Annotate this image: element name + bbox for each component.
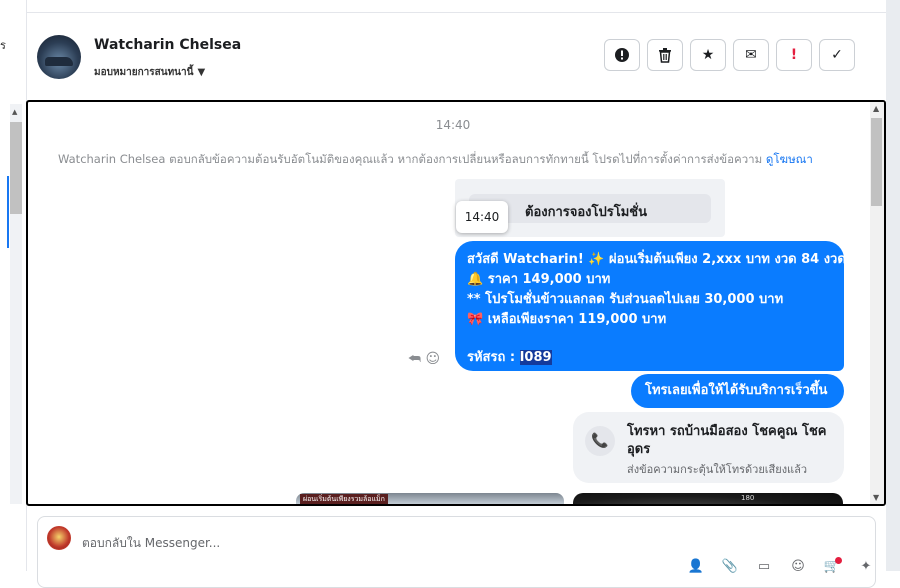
header-actions: ★ ✉ ! ✓ xyxy=(604,39,855,71)
message-code-line: รหัสรถ : I089 xyxy=(467,348,834,368)
image-attachment[interactable]: ผ่อนเริ่มต้นเพียงรวมล้อแม็ก xyxy=(296,493,564,504)
message-timestamp: 14:40 xyxy=(435,118,471,132)
assign-conversation-dropdown[interactable]: มอบหมายการสนทนานี้ ▼ xyxy=(94,65,205,80)
message-line: สวัสดี Watcharin! ✨ ผ่อนเริ่มต้นเพียง 2,… xyxy=(467,252,846,267)
selected-indicator xyxy=(7,176,9,248)
star-button[interactable]: ★ xyxy=(690,39,726,71)
composer-toolbar: 👤 📎 ▭ ☺ 🛒 ✦ xyxy=(684,557,878,574)
message-hover-actions: ⮪ ☺ xyxy=(408,351,440,367)
call-card[interactable]: 📞 โทรหา รถบ้านมือสอง โชคคูณ โชคอุดร ส่งข… xyxy=(573,412,844,483)
alert-circle-icon xyxy=(615,48,629,62)
emoji-react-icon[interactable]: ☺ xyxy=(425,351,440,367)
emoji-icon[interactable]: ☺ xyxy=(786,559,810,574)
message-line: 🔔 ราคา 149,000 บาท xyxy=(467,272,611,287)
call-card-title: โทรหา รถบ้านมือสอง โชคคูณ โชคอุดร xyxy=(627,424,827,457)
phone-icon: 📞 xyxy=(585,426,615,456)
follow-up-button[interactable]: ! xyxy=(776,39,812,71)
scroll-down-icon[interactable]: ▼ xyxy=(873,493,879,502)
trash-icon xyxy=(659,48,671,63)
image-attachment[interactable]: 180 xyxy=(573,493,843,504)
call-card-subtitle: ส่งข้อความกระตุ้นให้โทรด้วยเสียงแล้ว xyxy=(627,463,808,476)
left-scrollbar-thumb[interactable] xyxy=(10,122,22,214)
mark-done-button[interactable]: ✓ xyxy=(819,39,855,71)
reply-input[interactable]: ตอบกลับใน Messenger... xyxy=(82,534,220,553)
reply-composer[interactable]: ตอบกลับใน Messenger... 👤 📎 ▭ ☺ 🛒 ✦ xyxy=(37,516,876,588)
attachment-icon[interactable]: 📎 xyxy=(718,559,742,574)
selected-code-text: I089 xyxy=(519,350,552,365)
code-label: รหัสรถ : xyxy=(467,350,520,365)
add-person-icon[interactable]: 👤 xyxy=(684,559,708,574)
alert-button[interactable] xyxy=(604,39,640,71)
message-line: 🎀 เหลือเพียงราคา 119,000 บาท xyxy=(467,312,667,327)
quoted-message-text: ต้องการจองโปรโมชั่น xyxy=(525,205,648,220)
message-line: ** โปรโมชั่นข้าวแลกลด รับส่วนลดไปเลย 30,… xyxy=(467,292,784,307)
notification-dot xyxy=(835,557,842,564)
system-notice-text: Watcharin Chelsea ตอบกลับข้อความต้อนรับอ… xyxy=(58,152,763,166)
outgoing-message-bubble[interactable]: สวัสดี Watcharin! ✨ ผ่อนเริ่มต้นเพียง 2,… xyxy=(455,241,846,371)
conversation-header: Watcharin Chelsea มอบหมายการสนทนานี้ ▼ ★ … xyxy=(26,13,886,99)
left-panel-edge: ร ▲ xyxy=(0,0,27,571)
cart-icon[interactable]: 🛒 xyxy=(820,557,844,574)
outgoing-message-bubble[interactable]: โทรเลยเพื่อให้ได้รับบริการเร็วขึ้น xyxy=(631,374,844,408)
contact-avatar[interactable] xyxy=(37,35,81,79)
mark-unread-button[interactable]: ✉ xyxy=(733,39,769,71)
exclamation-icon: ! xyxy=(790,47,798,63)
thread-scrollbar[interactable]: ▲ ▼ xyxy=(870,102,884,504)
contact-name[interactable]: Watcharin Chelsea xyxy=(94,37,241,53)
page-avatar xyxy=(47,526,71,550)
left-scrollbar[interactable]: ▲ xyxy=(10,104,22,504)
right-panel-edge xyxy=(886,0,900,571)
mail-icon: ✉ xyxy=(745,47,757,63)
left-panel-fragment: ร xyxy=(0,39,6,52)
speedometer-number: 180 xyxy=(741,494,755,502)
sparkle-icon[interactable]: ✦ xyxy=(854,559,878,574)
time-tooltip: 14:40 xyxy=(456,201,508,233)
scroll-up-icon[interactable]: ▲ xyxy=(12,108,17,116)
view-ad-link[interactable]: ดูโฆษณา xyxy=(766,152,813,166)
message-thread[interactable]: 14:40 Watcharin Chelsea ตอบกลับข้อความต้… xyxy=(26,100,886,506)
system-notice: Watcharin Chelsea ตอบกลับข้อความต้อนรับอ… xyxy=(58,151,813,169)
caret-down-icon: ▼ xyxy=(197,67,206,78)
thread-scrollbar-thumb[interactable] xyxy=(871,118,882,206)
reply-icon[interactable]: ⮪ xyxy=(408,351,421,367)
star-icon: ★ xyxy=(701,47,715,63)
delete-button[interactable] xyxy=(647,39,683,71)
scroll-up-icon[interactable]: ▲ xyxy=(873,104,879,113)
saved-reply-icon[interactable]: ▭ xyxy=(752,559,776,574)
assign-label: มอบหมายการสนทนานี้ xyxy=(94,67,194,78)
check-icon: ✓ xyxy=(831,47,843,63)
image-caption: ผ่อนเริ่มต้นเพียงรวมล้อแม็ก xyxy=(300,494,388,504)
